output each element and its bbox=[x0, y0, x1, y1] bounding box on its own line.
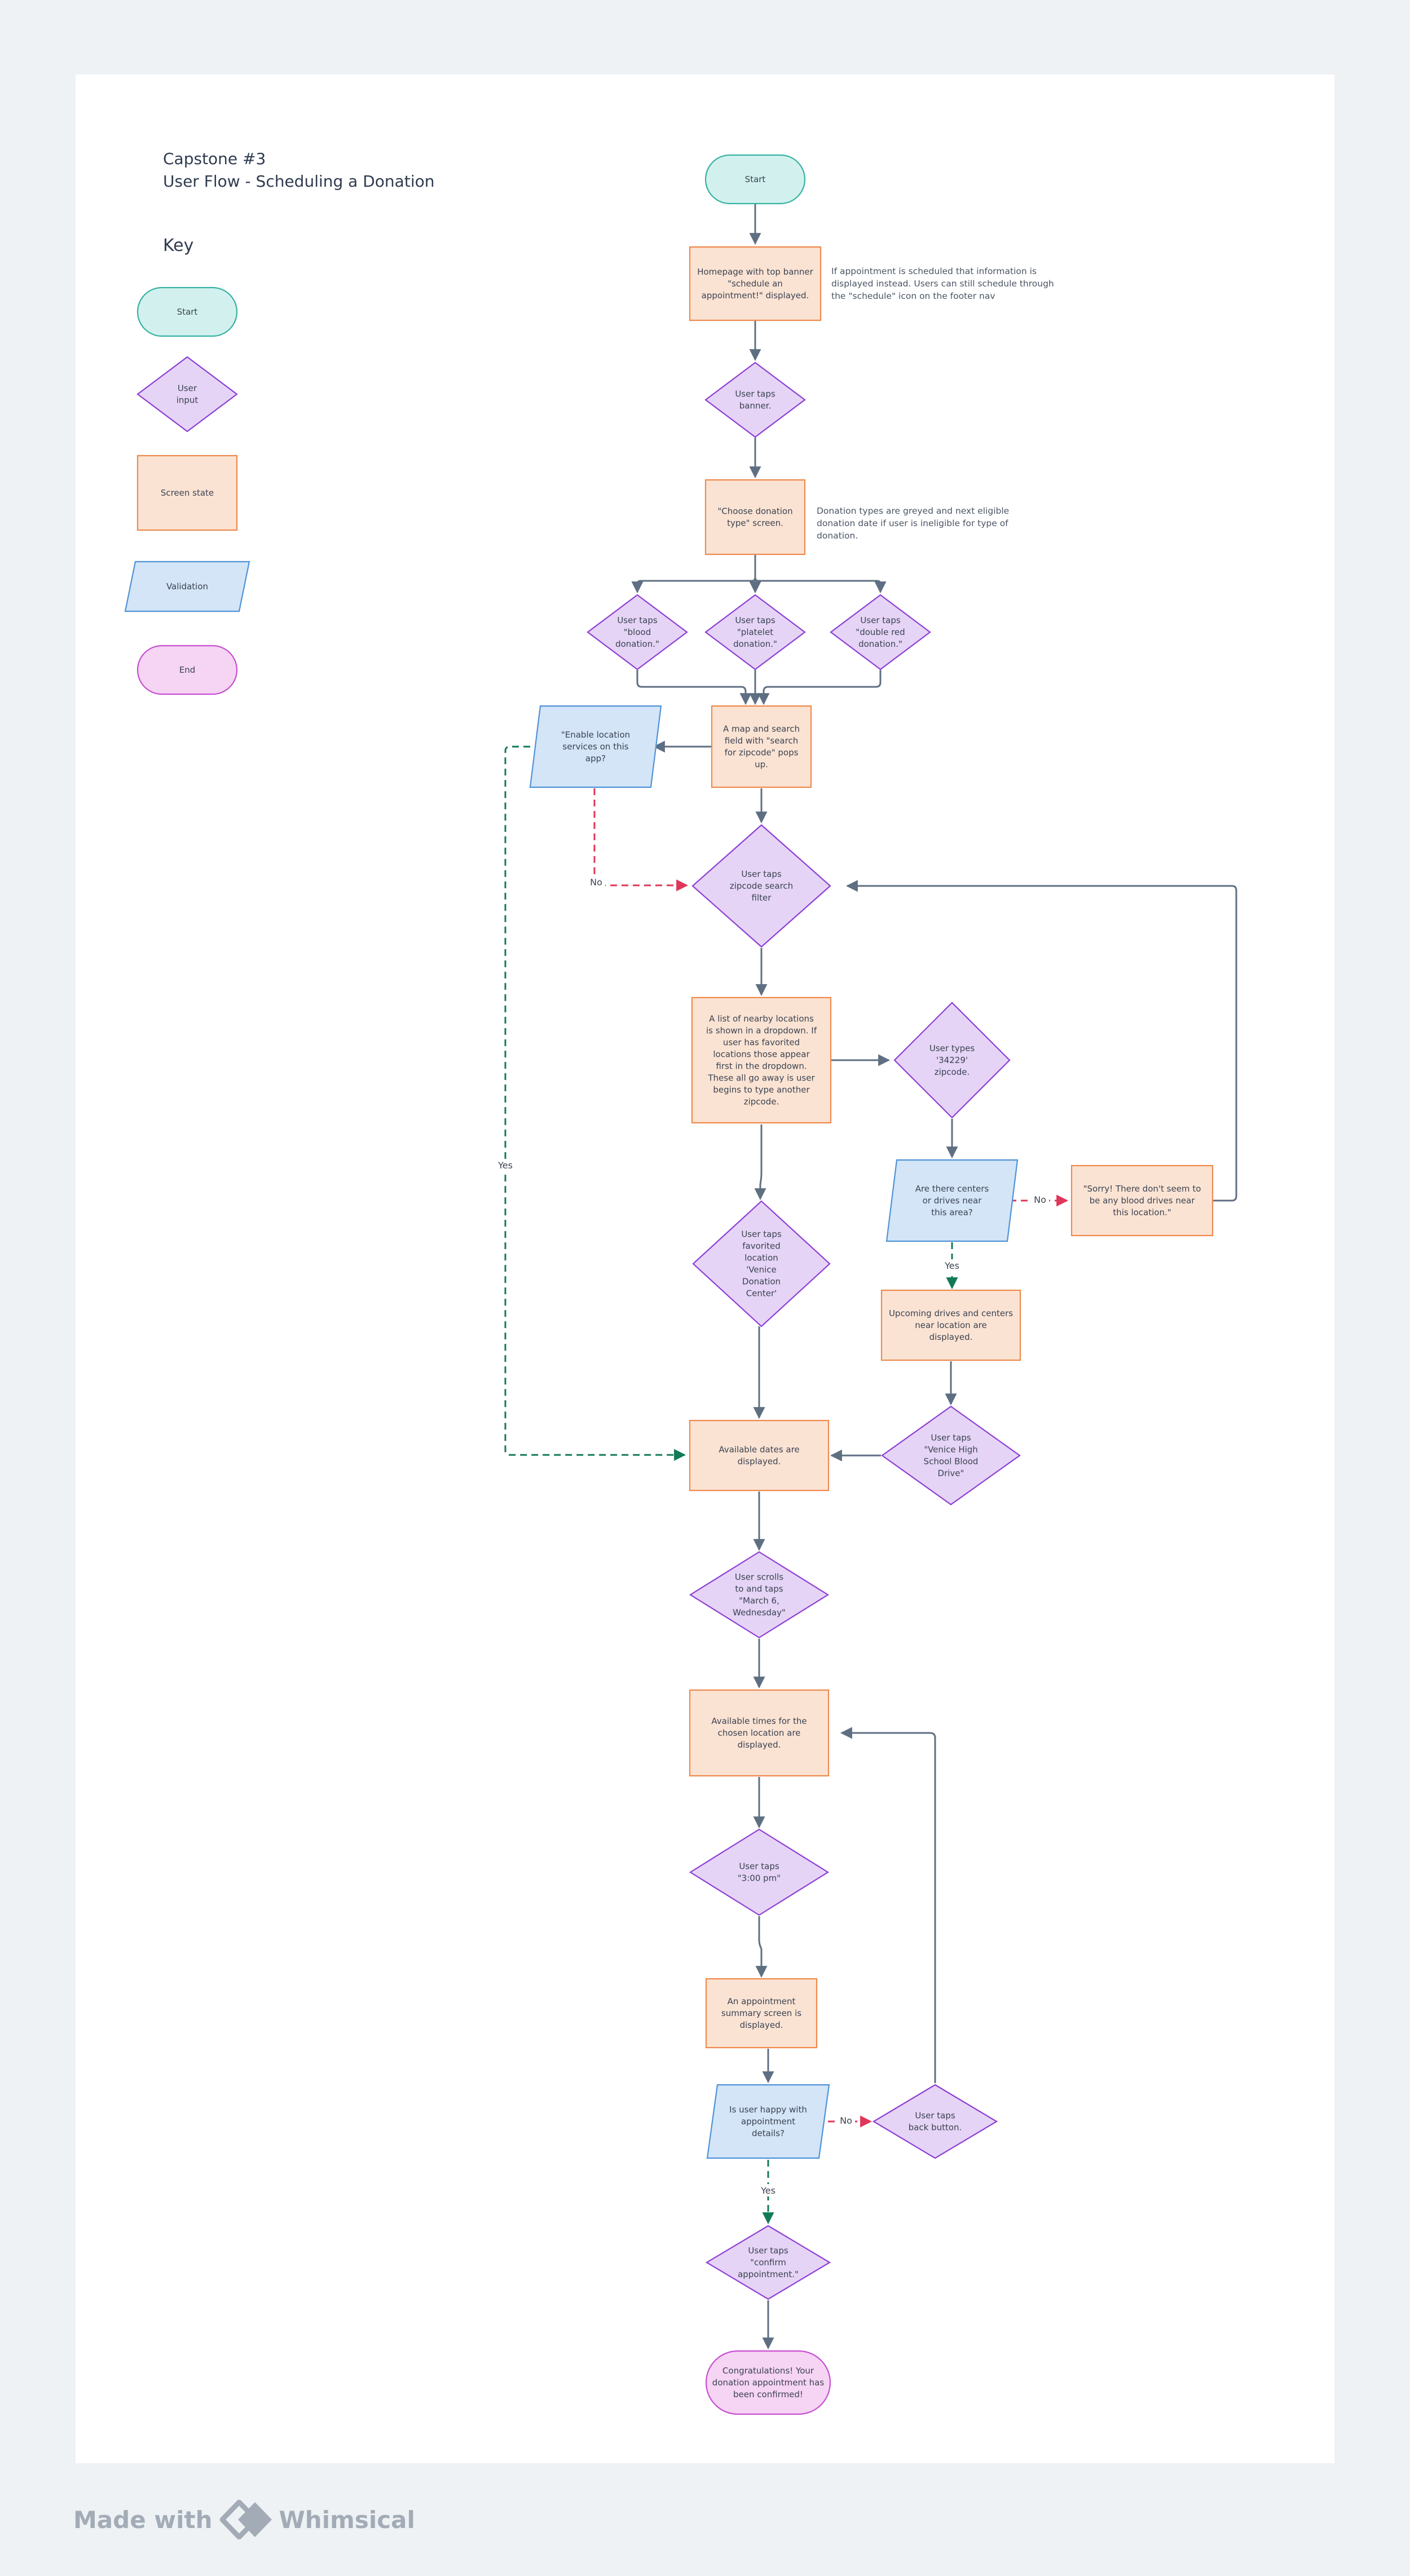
flow-node-n1-label: Start bbox=[745, 174, 766, 184]
flow-node-n11: A list of nearby locations is shown in a … bbox=[691, 996, 832, 1124]
edge-type-to-double-red bbox=[754, 555, 887, 594]
flow-node-n2: Homepage with top banner "schedule an appo… bbox=[689, 246, 822, 321]
edge-double-red-to-map bbox=[757, 670, 882, 705]
whimsical-logo-icon bbox=[220, 2500, 272, 2539]
flow-node-n23: Is user happy with appointment details? bbox=[706, 2084, 830, 2159]
edges-layer: No Yes No Yes No Yes bbox=[496, 204, 1237, 2350]
edge-label-check-yes: Yes bbox=[944, 1260, 959, 1271]
screen-shape bbox=[689, 1419, 830, 1492]
input-shape bbox=[689, 1828, 830, 1916]
input-shape bbox=[689, 1551, 830, 1639]
edge-blood-to-map bbox=[636, 670, 752, 705]
edge-list-to-favorited bbox=[754, 1124, 766, 1201]
flow-node-n24: User taps back button. bbox=[872, 2084, 998, 2159]
flow-node-n18: Available dates are displayed. bbox=[689, 1419, 830, 1492]
flow-diagram: No Yes No Yes No Yes Start Homepage with top b… bbox=[124, 154, 1237, 2415]
flow-node-n7: User taps "double red donation." bbox=[830, 594, 931, 671]
edge-label-happy-no: No bbox=[840, 2115, 852, 2126]
flow-node-n17: User taps "Venice High School Blood Drive" bbox=[881, 1405, 1021, 1506]
flow-node-n3: User taps banner. bbox=[704, 361, 806, 438]
edge-location-no bbox=[593, 788, 689, 892]
whimsical-brand-text: Whimsical bbox=[279, 2506, 415, 2534]
flow-node-n6: User taps "platelet donation." bbox=[704, 594, 806, 671]
edge-label-happy-yes: Yes bbox=[760, 2185, 775, 2196]
edge-label-location-no: No bbox=[590, 877, 602, 888]
flow-node-n14: "Sorry! There don't seem to be any blood … bbox=[1070, 1165, 1214, 1237]
flow-node-n13: Are there centers or drives near this area… bbox=[885, 1159, 1019, 1242]
input-shape bbox=[881, 1405, 1021, 1506]
made-with-footer[interactable]: Made with Whimsical bbox=[73, 2500, 415, 2539]
flow-node-n4: "Choose donation type" screen. bbox=[704, 479, 806, 555]
key-item-input: User input bbox=[136, 356, 238, 433]
input-shape bbox=[692, 1200, 831, 1327]
flow-node-n7-label: User taps "double red donation." bbox=[856, 615, 905, 649]
flow-node-n26: Congratulations! Your donation appointmen… bbox=[705, 2350, 831, 2415]
edge-label-check-no: No bbox=[1034, 1194, 1046, 1205]
flow-node-n16: Upcoming drives and centers near location… bbox=[880, 1289, 1021, 1361]
input-shape bbox=[872, 2084, 998, 2159]
edge-location-yes bbox=[504, 746, 686, 1461]
flow-node-n20: Available times for the chosen location a… bbox=[689, 1689, 830, 1777]
flow-node-n6-label: User taps "platelet donation." bbox=[733, 615, 777, 649]
screen-shape bbox=[704, 479, 806, 555]
key-item-start: Start bbox=[136, 286, 238, 337]
flow-node-n8: A map and search field with "search for zi… bbox=[711, 705, 812, 788]
edge-label-location-yes: Yes bbox=[497, 1160, 513, 1171]
key-item-validation: Validation bbox=[124, 561, 250, 612]
input-shape bbox=[136, 356, 238, 433]
key-item-end-label: End bbox=[179, 665, 196, 675]
key-item-screen: Screen state bbox=[136, 455, 238, 531]
screen-shape bbox=[711, 705, 812, 788]
flow-node-n10: User taps zipcode search filter bbox=[691, 824, 831, 948]
flow-node-n25: User taps "confirm appointment." bbox=[705, 2225, 831, 2300]
nodes-layer: Start Homepage with top banner "schedule a… bbox=[529, 154, 1214, 2415]
flow-node-n21: User taps "3:00 pm" bbox=[689, 1828, 830, 1916]
flow-node-n1: Start bbox=[704, 154, 806, 205]
key-item-end: End bbox=[136, 645, 238, 695]
edge-type-to-blood bbox=[631, 555, 756, 594]
input-shape bbox=[704, 361, 806, 438]
edge-sorry-back-to-filter bbox=[845, 880, 1237, 1202]
flow-node-n9: "Enable location services on this app? bbox=[529, 705, 662, 788]
made-with-text: Made with bbox=[73, 2506, 213, 2534]
key-item-validation-label: Validation bbox=[166, 581, 208, 592]
edge-3pm-to-summary bbox=[755, 1916, 768, 1978]
key-legend: Start User input Screen state Validation End bbox=[124, 286, 250, 695]
flow-node-n15: User taps favorited location 'Venice Donatio… bbox=[692, 1200, 831, 1327]
flow-node-n12: User types '34229' zipcode. bbox=[893, 1002, 1011, 1119]
flow-node-n19: User scrolls to and taps "March 6, Wednesda… bbox=[689, 1551, 830, 1639]
key-item-start-label: Start bbox=[177, 307, 198, 317]
key-item-screen-label: Screen state bbox=[161, 488, 214, 498]
flow-node-n22: An appointment summary screen is displayed… bbox=[705, 1978, 818, 2049]
flow-node-n5: User taps "blood donation." bbox=[587, 594, 688, 671]
edge-back-to-times bbox=[840, 1727, 936, 2083]
